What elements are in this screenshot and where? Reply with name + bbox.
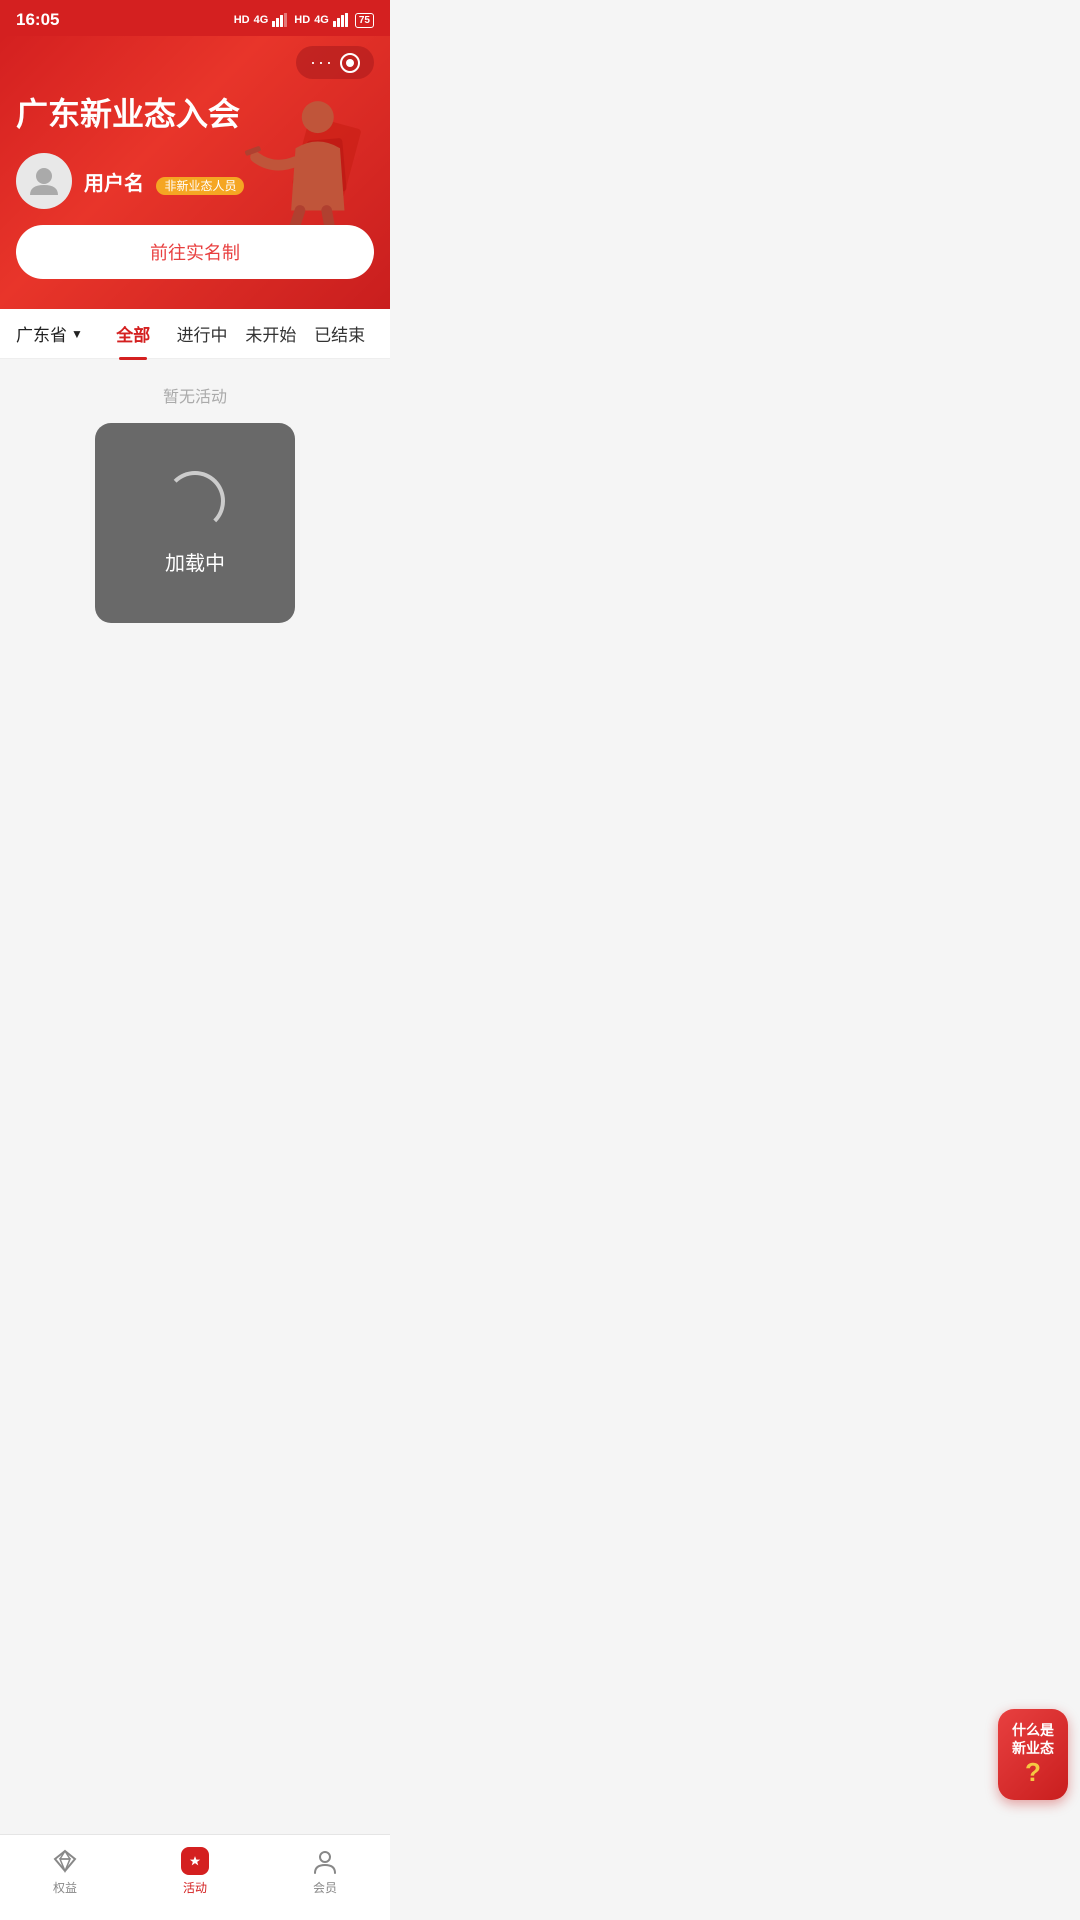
nav-item-quanyi[interactable]: 权益	[31, 1843, 99, 1900]
nav-label-huodong: 活动	[183, 1879, 207, 1896]
nav-label-quanyi: 权益	[53, 1879, 77, 1896]
user-info: 用户名 非新业态人员	[84, 167, 244, 196]
loading-text: 加载中	[165, 547, 225, 576]
status-bar: 16:05 HD 4G HD 4G 75	[0, 0, 390, 36]
star-icon	[181, 1847, 209, 1875]
user-info-row: 用户名 非新业态人员	[16, 153, 374, 209]
header-top-row: ···	[16, 46, 374, 79]
hd-label-1: HD	[234, 14, 250, 26]
nav-item-huiyuan[interactable]: 会员	[291, 1843, 359, 1900]
signal-4g-2: 4G	[314, 14, 329, 26]
battery-indicator: 75	[355, 13, 374, 28]
header-banner: ··· 广东新业态入会	[0, 36, 390, 309]
user-icon	[311, 1847, 339, 1875]
floating-btn-line2: 新业态	[1012, 1739, 1054, 1757]
loading-overlay: 加载中	[95, 423, 295, 623]
user-badge: 非新业态人员	[156, 177, 244, 195]
floating-help-button[interactable]: 什么是 新业态 ?	[998, 1709, 1068, 1800]
empty-text: 暂无活动	[163, 383, 227, 407]
floating-btn-question: ?	[1025, 1757, 1041, 1788]
tab-not-started[interactable]: 未开始	[236, 307, 305, 360]
status-icons: HD 4G HD 4G 75	[234, 13, 374, 28]
spinner-icon	[165, 471, 225, 531]
province-label: 广东省	[16, 321, 67, 346]
record-inner-icon	[346, 59, 354, 67]
dots-icon: ···	[310, 52, 334, 73]
avatar	[16, 153, 72, 209]
filter-bar: 广东省 ▼ 全部 进行中 未开始 已结束	[0, 309, 390, 359]
province-selector[interactable]: 广东省 ▼	[16, 321, 99, 346]
status-time: 16:05	[16, 10, 59, 30]
signal-bars-2	[333, 13, 351, 27]
tab-ongoing[interactable]: 进行中	[168, 307, 237, 360]
record-button[interactable]: ···	[296, 46, 374, 79]
bottom-nav: 权益 活动 会员	[0, 1834, 390, 1920]
record-circle-icon	[340, 53, 360, 73]
content-area: 暂无活动 加载中	[0, 359, 390, 959]
tab-ended[interactable]: 已结束	[305, 307, 374, 360]
signal-bars-1	[272, 13, 290, 27]
chevron-down-icon: ▼	[71, 327, 83, 341]
nav-label-huiyuan: 会员	[313, 1879, 337, 1896]
user-name: 用户名	[84, 173, 144, 195]
realname-button[interactable]: 前往实名制	[16, 225, 374, 279]
floating-btn-line1: 什么是	[1012, 1721, 1054, 1739]
tab-all[interactable]: 全部	[99, 307, 168, 360]
diamond-icon	[51, 1847, 79, 1875]
avatar-icon	[26, 163, 62, 199]
signal-4g-1: 4G	[254, 14, 269, 26]
hd-label-2: HD	[294, 14, 310, 26]
nav-item-huodong[interactable]: 活动	[161, 1843, 229, 1900]
